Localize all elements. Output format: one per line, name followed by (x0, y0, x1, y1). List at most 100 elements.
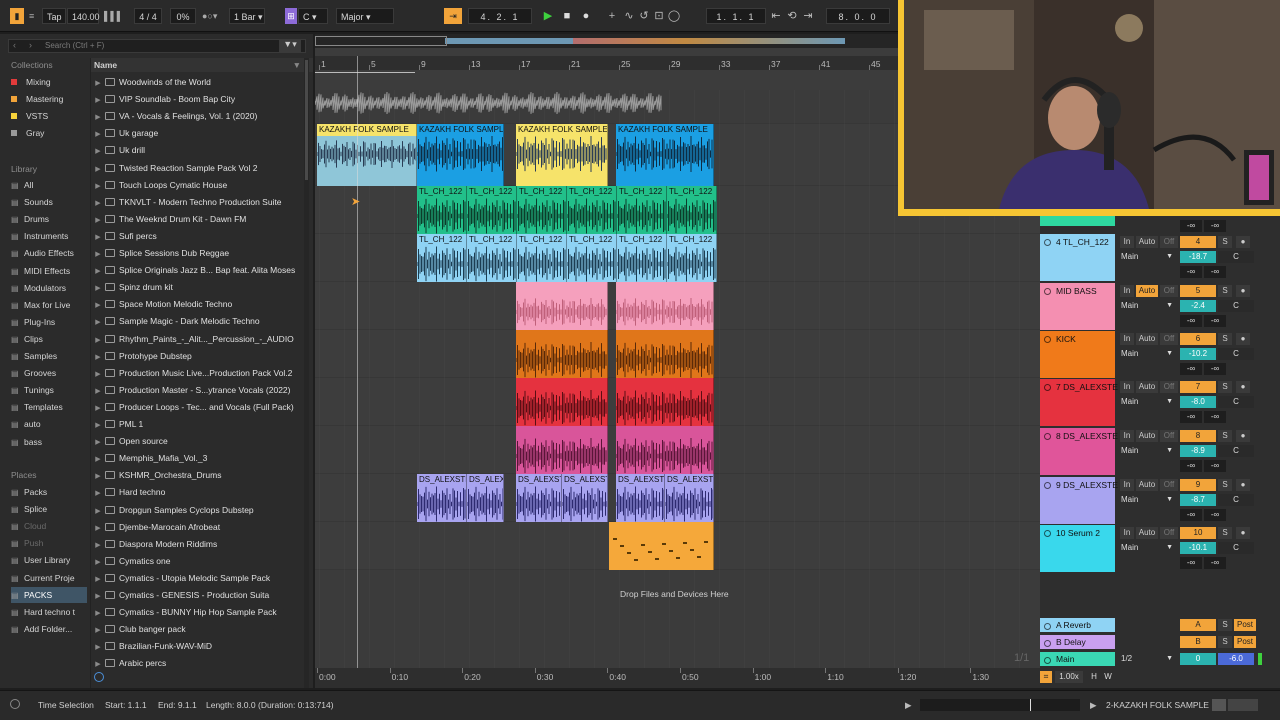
track-fold-icon[interactable] (1044, 482, 1051, 489)
library-item-bass[interactable]: ▤ bass (11, 434, 87, 450)
list-item[interactable]: ▶ Cymatics - GENESIS - Production Suita (91, 587, 306, 604)
send-knob[interactable]: -∞ (1180, 509, 1202, 521)
track-header[interactable]: KICK (1040, 331, 1115, 378)
track-header[interactable]: 4 TL_CH_122 (1040, 234, 1115, 281)
expand-arrow-icon[interactable]: ▶ (91, 161, 105, 177)
volume-field[interactable]: -10.1 (1180, 542, 1216, 554)
audio-clip[interactable]: DS_ALEXSTE (516, 474, 562, 522)
audio-clip[interactable] (516, 378, 608, 426)
audio-clip[interactable]: DS_ALEXSTE (417, 474, 467, 522)
expand-arrow-icon[interactable]: ▶ (91, 366, 105, 382)
send-knob[interactable]: -∞ (1204, 220, 1226, 232)
clip-view-icon[interactable] (1212, 699, 1226, 711)
expand-arrow-icon[interactable]: ▶ (91, 434, 105, 450)
output-dropdown[interactable]: Main ▼ (1118, 494, 1176, 506)
track-header[interactable]: MID BASS (1040, 283, 1115, 330)
expand-arrow-icon[interactable]: ▶ (91, 605, 105, 621)
pan-field[interactable]: C (1218, 494, 1254, 506)
send-knob[interactable]: -∞ (1180, 220, 1202, 232)
expand-arrow-icon[interactable]: ▶ (91, 451, 105, 467)
audio-clip[interactable]: KAZAKH FOLK SAMPLE (417, 124, 504, 186)
expand-arrow-icon[interactable]: ▶ (91, 400, 105, 416)
input-button[interactable]: In (1120, 285, 1134, 297)
audio-clip[interactable]: DS_ALEXSTE (562, 474, 608, 522)
audio-clip[interactable]: TL_CH_122 (617, 186, 667, 234)
post-button[interactable]: Post (1234, 636, 1256, 648)
audio-clip[interactable] (616, 426, 714, 474)
loop-brace[interactable] (315, 72, 415, 76)
list-item[interactable]: ▶ Cymatics - Utopia Melodic Sample Pack (91, 570, 306, 587)
return-letter[interactable]: B (1180, 636, 1216, 648)
expand-arrow-icon[interactable]: ▶ (91, 314, 105, 330)
sort-icon[interactable]: ▼ (293, 58, 301, 72)
audio-clip[interactable]: TL_CH_122 (467, 186, 517, 234)
metronome-icon[interactable]: ▌▌▌ (104, 8, 134, 24)
list-item[interactable]: ▶ Splice Sessions Dub Reggae (91, 245, 306, 262)
track-header[interactable]: 9 DS_ALEXSTE (1040, 477, 1118, 524)
collection-vsts[interactable]: VSTS (11, 108, 87, 124)
expand-arrow-icon[interactable]: ▶ (91, 520, 105, 536)
audio-clip[interactable]: TL_CH_122 (617, 234, 667, 282)
audio-clip[interactable]: TL_CH_122 (667, 234, 717, 282)
preview-icon[interactable] (94, 672, 104, 682)
list-item[interactable]: ▶ Dropgun Samples Cyclops Dubstep (91, 502, 306, 519)
track-lane[interactable] (315, 570, 1040, 670)
expand-arrow-icon[interactable]: ▶ (91, 503, 105, 519)
audio-clip[interactable]: TL_CH_122 (567, 186, 617, 234)
monitor-off-button[interactable]: Off (1160, 236, 1178, 248)
place-item-push[interactable]: ▤ Push (11, 535, 87, 551)
list-item[interactable]: ▶ Open source (91, 433, 306, 450)
return-track-header[interactable]: A Reverb (1040, 618, 1115, 632)
send-knob[interactable]: -∞ (1180, 363, 1202, 375)
place-item-hard-techno-t[interactable]: ▤ Hard techno t (11, 604, 87, 620)
pan-field[interactable]: C (1218, 300, 1254, 312)
track-fold-icon[interactable] (1044, 530, 1051, 537)
auto-button[interactable]: Auto (1136, 527, 1158, 539)
send-knob[interactable]: -∞ (1204, 411, 1226, 423)
pan-field[interactable]: C (1218, 445, 1254, 457)
expand-arrow-icon[interactable]: ▶ (91, 92, 105, 108)
track-fold-icon[interactable] (1044, 623, 1051, 630)
browser-scrollbar[interactable] (304, 58, 309, 688)
monitor-off-button[interactable]: Off (1160, 479, 1178, 491)
expand-arrow-icon[interactable]: ▶ (91, 75, 105, 91)
audio-clip[interactable]: KAZAKH FOLK SAMPLE (616, 124, 714, 186)
place-item-cloud[interactable]: ▤ Cloud (11, 518, 87, 534)
automation-arm-icon[interactable]: ∿ (622, 9, 636, 23)
scale-mode-icon[interactable]: ⊞ (285, 8, 297, 24)
place-item-user-library[interactable]: ▤ User Library (11, 552, 87, 568)
track-number[interactable]: 9 (1180, 479, 1216, 491)
audio-clip[interactable]: TL_CH_122 (567, 234, 617, 282)
list-item[interactable]: ▶ Brazilian-Funk-WAV-MiD (91, 638, 306, 655)
library-item-auto[interactable]: ▤ auto (11, 416, 87, 432)
filter-icon[interactable]: ▼▾ (279, 39, 301, 53)
solo-button[interactable]: S (1218, 236, 1232, 248)
expand-arrow-icon[interactable]: ▶ (91, 195, 105, 211)
audio-clip[interactable] (616, 330, 714, 378)
collection-mastering[interactable]: Mastering (11, 91, 87, 107)
input-button[interactable]: In (1120, 479, 1134, 491)
track-header[interactable]: 7 DS_ALEXSTE (1040, 379, 1118, 426)
library-item-samples[interactable]: ▤ Samples (11, 348, 87, 364)
list-item[interactable]: ▶ Uk drill (91, 142, 306, 159)
track-fold-icon[interactable] (1044, 288, 1051, 295)
output-dropdown[interactable]: Main ▼ (1118, 300, 1176, 312)
expand-arrow-icon[interactable]: ▶ (91, 212, 105, 228)
solo-button[interactable]: S (1218, 619, 1232, 631)
record-arm-icon[interactable]: ● (1236, 479, 1250, 491)
expand-arrow-icon[interactable]: ▶ (91, 571, 105, 587)
audio-clip[interactable] (616, 282, 714, 330)
track-fold-icon[interactable] (1044, 336, 1051, 343)
send-knob[interactable]: -∞ (1204, 509, 1226, 521)
place-item-splice[interactable]: ▤ Splice (11, 501, 87, 517)
audio-clip[interactable] (516, 426, 608, 474)
audio-clip[interactable]: KAZAKH FOLK SAMPLE (516, 124, 608, 186)
list-item[interactable]: ▶ Uk garage (91, 125, 306, 142)
record-arm-icon[interactable]: ● (1236, 527, 1250, 539)
expand-arrow-icon[interactable]: ▶ (91, 246, 105, 262)
list-item[interactable]: ▶ Twisted Reaction Sample Pack Vol 2 (91, 160, 306, 177)
auto-button[interactable]: Auto (1136, 430, 1158, 442)
expand-arrow-icon[interactable]: ▶ (91, 485, 105, 501)
send-knob[interactable]: -∞ (1180, 411, 1202, 423)
h-toggle[interactable]: H (1088, 671, 1100, 683)
